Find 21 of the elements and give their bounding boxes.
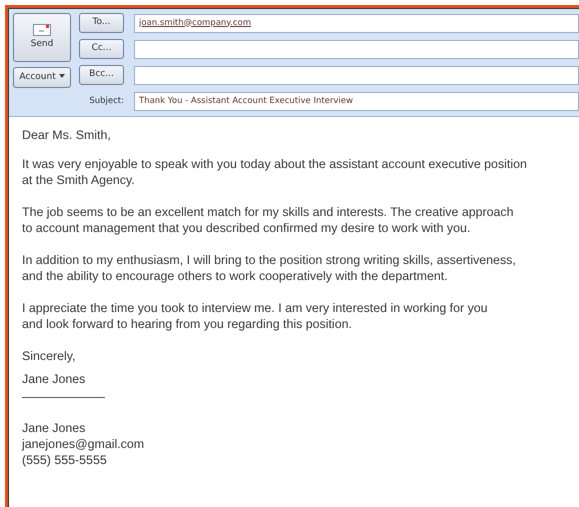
caret-icon — [58, 74, 65, 78]
paragraph-text: I appreciate the time you took to interview me. I am very interested in working for you and look forward to hearing from you regarding this position. — [22, 300, 489, 332]
email-address: joan.smith@company.com — [139, 18, 251, 28]
closing-text: Sincerely, — [22, 348, 76, 364]
address-field[interactable] — [134, 66, 579, 84]
send-button[interactable]: Send — [13, 13, 71, 62]
subject-label: Subject: — [88, 94, 124, 108]
greeting-text: Dear Ms. Smith, — [22, 127, 112, 143]
address-book-button[interactable]: Cc... — [79, 39, 124, 59]
address-book-button[interactable]: Bcc... — [79, 65, 124, 85]
paragraph-text: The job seems to be an excellent match for my skills and interests. The creative approach to account management that you described confirmed my desire to work with you. — [22, 204, 515, 236]
signature-name: Jane Jones — [22, 371, 86, 387]
paragraph-text: In addition to my enthusiasm, I will bring to the position strong writing skills, assertiveness, and the ability to encourage others to work cooperatively with the department. — [22, 252, 517, 284]
address-book-button[interactable]: To... — [79, 13, 124, 33]
address-field[interactable] — [134, 40, 579, 58]
contact-text: Jane Jones janejones@gmail.com (555) 555-5555 — [22, 420, 146, 468]
account-button[interactable]: Account — [13, 67, 71, 88]
envelope-icon — [33, 24, 51, 36]
paragraph-text: It was very enjoyable to speak with you today about the assistant account executive position at the Smith Agency. — [22, 156, 528, 188]
subject-field[interactable]: Thank You - Assistant Account Executive Interview — [134, 92, 579, 110]
address-field[interactable]: joan.smith@company.com — [134, 14, 579, 32]
